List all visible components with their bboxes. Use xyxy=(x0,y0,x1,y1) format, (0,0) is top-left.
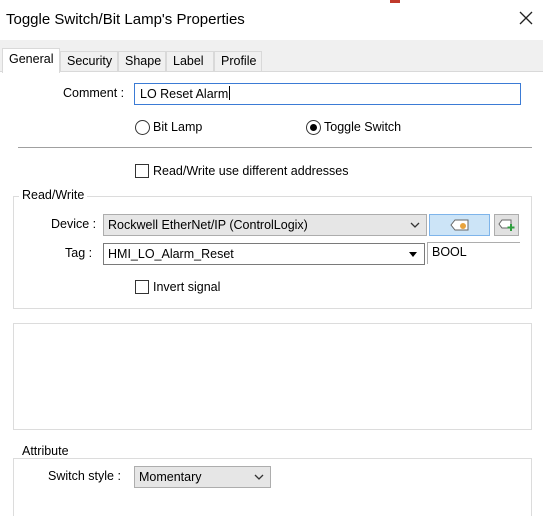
bit-lamp-label[interactable]: Bit Lamp xyxy=(153,120,202,134)
tag-label: Tag : xyxy=(65,246,93,260)
tab-label: General xyxy=(9,52,54,66)
switch-style-value: Momentary xyxy=(139,470,202,484)
tag-type-value: BOOL xyxy=(432,245,467,259)
tab-label: Profile xyxy=(221,54,257,68)
tab-shape[interactable]: Shape xyxy=(118,51,166,72)
window-title: Toggle Switch/Bit Lamp's Properties xyxy=(6,11,245,28)
tag-value: HMI_LO_Alarm_Reset xyxy=(108,247,234,261)
tag-type-display: BOOL xyxy=(427,242,520,264)
tab-label: Security xyxy=(67,54,113,68)
attribute-group xyxy=(13,458,532,516)
tab-profile[interactable]: Profile xyxy=(214,51,262,72)
read-write-title: Read/Write xyxy=(19,188,88,202)
title-accent-mark xyxy=(390,0,400,3)
text-caret xyxy=(229,86,231,100)
tab-strip: General Security Shape Label Profile xyxy=(0,48,543,73)
tab-general[interactable]: General xyxy=(2,48,60,73)
tab-security[interactable]: Security xyxy=(60,51,118,72)
device-label: Device : xyxy=(51,217,97,231)
title-bar: Toggle Switch/Bit Lamp's Properties xyxy=(0,0,543,40)
rw-different-checkbox[interactable] xyxy=(135,164,149,178)
device-value: Rockwell EtherNet/IP (ControlLogix) xyxy=(108,218,308,232)
close-icon[interactable] xyxy=(515,7,537,29)
rw-different-label[interactable]: Read/Write use different addresses xyxy=(153,164,348,178)
tab-label: Label xyxy=(173,54,204,68)
device-select[interactable]: Rockwell EtherNet/IP (ControlLogix) xyxy=(103,214,427,236)
comment-input[interactable]: LO Reset Alarm xyxy=(134,83,521,105)
invert-signal-checkbox[interactable] xyxy=(135,280,149,294)
chevron-down-icon xyxy=(252,467,266,487)
separator xyxy=(18,147,532,148)
switch-style-label: Switch style : xyxy=(48,469,121,483)
comment-value: LO Reset Alarm xyxy=(140,87,229,101)
chevron-down-icon xyxy=(408,215,422,235)
tab-label: Shape xyxy=(125,54,162,68)
general-panel: Comment : LO Reset Alarm Bit Lamp Toggle… xyxy=(0,71,543,516)
comment-label: Comment : xyxy=(63,86,125,100)
tag-select[interactable]: HMI_LO_Alarm_Reset xyxy=(103,243,425,265)
tab-label[interactable]: Label xyxy=(166,51,214,72)
bit-lamp-radio[interactable] xyxy=(135,120,150,135)
attribute-title: Attribute xyxy=(19,444,72,458)
tag-browse-button[interactable] xyxy=(429,214,490,236)
tag-add-icon xyxy=(497,219,514,231)
tag-browse-icon xyxy=(449,219,468,231)
toggle-switch-label[interactable]: Toggle Switch xyxy=(324,120,401,134)
tag-add-button[interactable] xyxy=(494,214,519,236)
invert-signal-label[interactable]: Invert signal xyxy=(153,280,220,294)
switch-style-select[interactable]: Momentary xyxy=(134,466,271,488)
empty-settings-area xyxy=(13,323,532,430)
dropdown-arrow-icon xyxy=(406,244,420,264)
toggle-switch-radio[interactable] xyxy=(306,120,321,135)
